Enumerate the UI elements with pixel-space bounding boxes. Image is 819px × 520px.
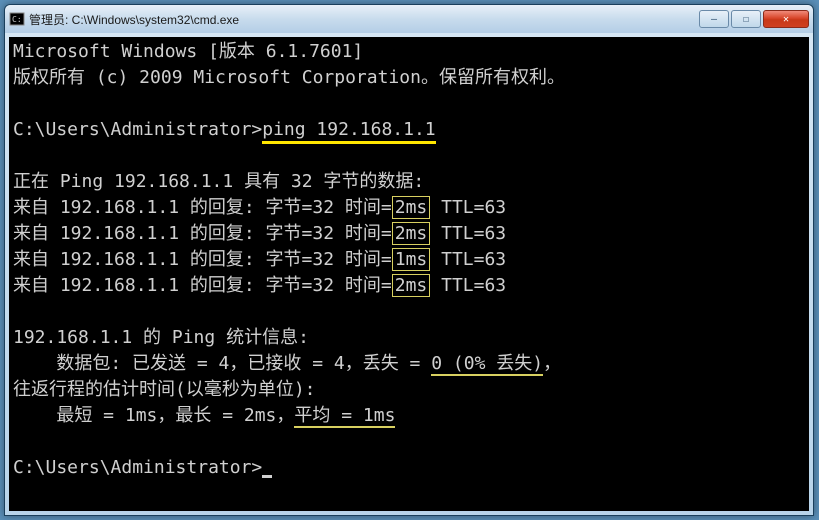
ping-ttl: TTL=63 [430, 197, 506, 218]
cursor [262, 475, 272, 478]
ping-time: 2ms [392, 222, 431, 245]
packets-line-tail: ， [543, 353, 561, 374]
ping-ttl: TTL=63 [430, 275, 506, 296]
ping-ttl: TTL=63 [430, 223, 506, 244]
minimize-button[interactable]: — [699, 10, 729, 28]
packet-loss: 0 (0% 丢失) [431, 353, 543, 376]
prompt-path: C:\Users\Administrator> [13, 119, 262, 140]
titlebar[interactable]: C: 管理员: C:\Windows\system32\cmd.exe — ☐ … [5, 5, 813, 33]
terminal-output[interactable]: Microsoft Windows [版本 6.1.7601] 版权所有 (c)… [9, 37, 809, 511]
close-button[interactable]: ✕ [763, 10, 809, 28]
prompt-path: C:\Users\Administrator> [13, 457, 262, 478]
window-title: 管理员: C:\Windows\system32\cmd.exe [29, 11, 697, 28]
cmd-icon: C: [9, 11, 25, 27]
ping-header: 正在 Ping 192.168.1.1 具有 32 字节的数据: [13, 171, 424, 192]
stats-header: 192.168.1.1 的 Ping 统计信息: [13, 327, 309, 348]
ping-time: 2ms [392, 274, 431, 297]
cmd-window: C: 管理员: C:\Windows\system32\cmd.exe — ☐ … [4, 4, 814, 516]
ping-ttl: TTL=63 [430, 249, 506, 270]
ping-reply: 来自 192.168.1.1 的回复: 字节=32 时间= [13, 223, 392, 244]
ping-time: 2ms [392, 196, 431, 219]
ping-reply: 来自 192.168.1.1 的回复: 字节=32 时间= [13, 275, 392, 296]
maximize-button[interactable]: ☐ [731, 10, 761, 28]
ping-command: ping 192.168.1.1 [262, 119, 435, 144]
ping-reply: 来自 192.168.1.1 的回复: 字节=32 时间= [13, 249, 392, 270]
copyright-line: 版权所有 (c) 2009 Microsoft Corporation。保留所有… [13, 67, 565, 88]
rtt-average: 平均 = 1ms [294, 405, 395, 428]
rtt-line-prefix: 最短 = 1ms，最长 = 2ms， [13, 405, 294, 426]
ping-time: 1ms [392, 248, 431, 271]
os-version-line: Microsoft Windows [版本 6.1.7601] [13, 41, 363, 62]
ping-reply: 来自 192.168.1.1 的回复: 字节=32 时间= [13, 197, 392, 218]
window-controls: — ☐ ✕ [697, 10, 809, 28]
svg-text:C:: C: [12, 15, 22, 24]
packets-line-prefix: 数据包: 已发送 = 4，已接收 = 4，丢失 = [13, 353, 431, 374]
rtt-header: 往返行程的估计时间(以毫秒为单位): [13, 379, 316, 400]
